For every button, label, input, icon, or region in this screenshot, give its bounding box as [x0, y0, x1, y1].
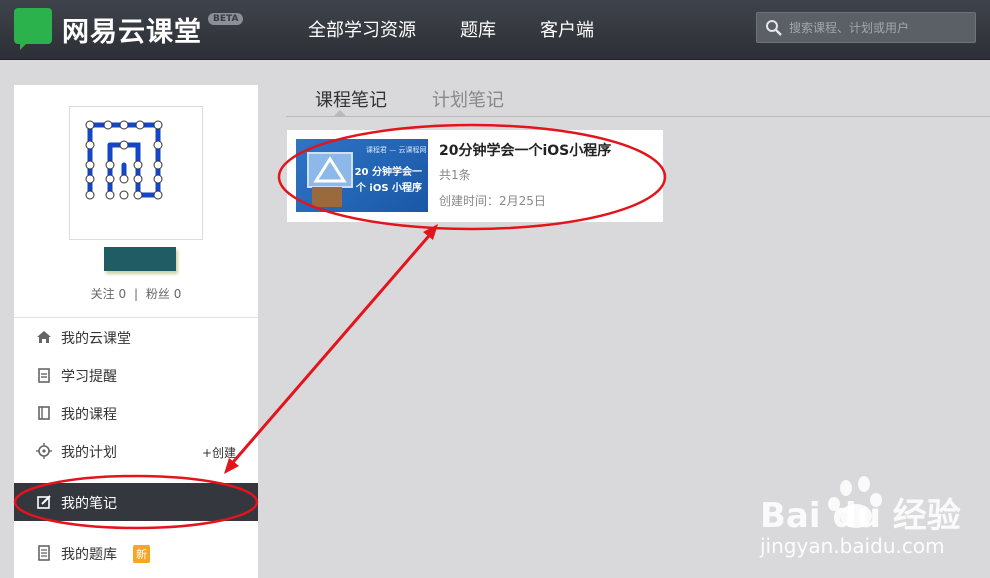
follow-label[interactable]: 关注	[91, 287, 115, 301]
fans-count[interactable]: 0	[174, 287, 182, 301]
watermark-url: jingyan.baidu.com	[760, 534, 945, 558]
book-icon	[38, 406, 50, 420]
clipboard-icon	[38, 368, 50, 383]
follow-count[interactable]: 0	[119, 287, 127, 301]
sidebar-item-label: 我的课程	[61, 407, 117, 423]
home-icon	[37, 331, 51, 343]
sidebar-item-label: 我的计划	[61, 445, 117, 461]
sidebar-item-reminders[interactable]: 学习提醒	[14, 356, 258, 394]
annotation-arrowhead-up	[423, 224, 438, 240]
top-navigation-bar: 网易云课堂 BETA 全部学习资源 题库 客户端	[0, 0, 990, 60]
search-box	[756, 12, 976, 43]
sidebar-item-label: 我的题库	[61, 547, 117, 563]
edit-icon	[37, 495, 51, 509]
thumbnail-caption: 课程君 — 云课程网	[366, 146, 427, 154]
logo-icon[interactable]	[14, 8, 52, 50]
follow-stats: 关注 0 | 粉丝 0	[14, 285, 258, 302]
note-card[interactable]: 课程君 — 云课程网 20 分钟学会一 个 iOS 小程序 20分钟学会一个iO…	[287, 130, 663, 222]
thumbnail-line-1: 20 分钟学会一	[354, 167, 422, 178]
tabs-divider	[286, 116, 990, 117]
logo-text[interactable]: 网易云课堂	[62, 10, 202, 49]
beta-badge: BETA	[208, 13, 244, 25]
avatar-image	[85, 120, 163, 200]
sidebar-item-label: 我的云课堂	[61, 331, 131, 347]
sidebar-item-label: 我的笔记	[61, 496, 117, 512]
target-icon	[36, 443, 52, 459]
sidebar-item-my-classroom[interactable]: 我的云课堂	[14, 318, 258, 356]
search-input[interactable]	[789, 19, 969, 37]
annotation-arrow-line	[226, 229, 436, 469]
search-icon[interactable]	[765, 19, 783, 37]
avatar[interactable]	[69, 106, 203, 240]
stats-separator: |	[133, 287, 139, 301]
nav-all-resources[interactable]: 全部学习资源	[308, 16, 416, 42]
note-count: 共1条	[439, 168, 471, 182]
baidu-watermark: Bai du 经验 jingyan.baidu.com	[760, 470, 980, 570]
active-tab-indicator-icon	[334, 110, 346, 116]
sidebar-item-my-notes[interactable]: 我的笔记	[14, 483, 258, 521]
sidebar-item-label: 学习提醒	[61, 369, 117, 385]
course-thumbnail[interactable]: 课程君 — 云课程网 20 分钟学会一 个 iOS 小程序	[296, 139, 428, 212]
sidebar-item-my-plans[interactable]: 我的计划 +创建	[14, 432, 258, 470]
note-title[interactable]: 20分钟学会一个iOS小程序	[439, 140, 611, 160]
note-created-date: 创建时间：2月25日	[439, 194, 546, 208]
tab-plan-notes[interactable]: 计划笔记	[432, 86, 504, 112]
watermark-brand: Bai du 经验	[760, 496, 961, 536]
thumbnail-line-2: 个 iOS 小程序	[355, 183, 422, 194]
fans-label[interactable]: 粉丝	[146, 287, 170, 301]
sidebar: 关注 0 | 粉丝 0 我的云课堂 学习提醒 我的课程 我的计划 +创建 我的笔…	[14, 85, 258, 578]
username-redacted	[104, 247, 176, 271]
nav-client[interactable]: 客户端	[540, 16, 594, 42]
nav-question-bank[interactable]: 题库	[460, 16, 496, 42]
list-icon	[38, 545, 50, 561]
create-plan-link[interactable]: +创建	[202, 444, 236, 461]
sidebar-item-my-question-bank[interactable]: 我的题库 新	[14, 534, 258, 572]
tab-course-notes[interactable]: 课程笔记	[315, 86, 387, 112]
new-badge: 新	[133, 545, 150, 563]
sidebar-item-my-courses[interactable]: 我的课程	[14, 394, 258, 432]
